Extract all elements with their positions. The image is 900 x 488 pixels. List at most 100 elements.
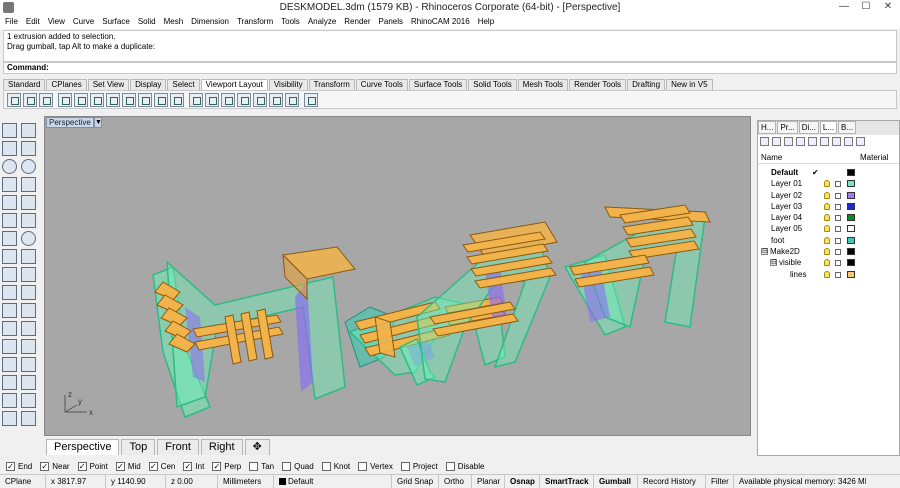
tree-collapse-icon[interactable]: ⊟ <box>761 248 768 256</box>
join-icon[interactable] <box>2 303 17 318</box>
status-grid-snap[interactable]: Grid Snap <box>392 475 439 488</box>
delete-layer-icon[interactable] <box>784 137 793 146</box>
tree-collapse-icon[interactable]: ⊟ <box>770 259 777 267</box>
layer-row[interactable]: lines <box>758 269 899 280</box>
menu-view[interactable]: View <box>44 15 69 29</box>
layer-row[interactable]: Layer 02 <box>758 190 899 201</box>
surface-corners-icon[interactable] <box>2 213 17 228</box>
rotate-icon[interactable] <box>2 321 17 336</box>
layer-lock-icon[interactable] <box>835 181 841 188</box>
boolean-difference-icon[interactable] <box>21 267 36 282</box>
detail-view-icon[interactable] <box>205 92 219 107</box>
layer-row[interactable]: foot <box>758 235 899 246</box>
layer-color-swatch[interactable] <box>847 236 855 244</box>
osnap-checkbox[interactable]: ✓ <box>6 461 15 471</box>
mirror-icon[interactable] <box>21 339 36 354</box>
status-layer[interactable]: Default <box>274 475 392 488</box>
page-setup-icon[interactable] <box>269 92 283 107</box>
four-viewports-icon[interactable] <box>23 92 37 107</box>
layer-visible-lightbulb-icon[interactable] <box>824 259 830 267</box>
status-smarttrack[interactable]: SmartTrack <box>540 475 594 488</box>
arc-icon[interactable] <box>2 177 17 192</box>
tab-mesh-tools[interactable]: Mesh Tools <box>517 79 569 90</box>
layer-color-swatch[interactable] <box>847 180 855 188</box>
osnap-checkbox[interactable]: ✓ <box>212 461 222 471</box>
align-icon[interactable] <box>21 357 36 372</box>
menu-solid[interactable]: Solid <box>134 15 160 29</box>
tab-set-view[interactable]: Set View <box>87 79 130 90</box>
command-prompt[interactable]: Command: <box>3 62 897 74</box>
layer-row[interactable]: Layer 03 <box>758 201 899 212</box>
tab-visibility[interactable]: Visibility <box>268 79 308 90</box>
menu-surface[interactable]: Surface <box>98 15 134 29</box>
more-tools-icon[interactable] <box>21 411 36 426</box>
fillet-curves-icon[interactable] <box>21 195 36 210</box>
split-horizontal-icon[interactable] <box>74 92 88 107</box>
panel-tab-properties[interactable]: Pr... <box>777 121 798 134</box>
tab-surface-tools[interactable]: Surface Tools <box>408 79 468 90</box>
layer-row[interactable]: Layer 04 <box>758 212 899 223</box>
layer-visible-lightbulb-icon[interactable] <box>824 191 830 199</box>
array-icon[interactable] <box>2 357 17 372</box>
layer-visible-lightbulb-icon[interactable] <box>824 236 830 244</box>
status-osnap[interactable]: Osnap <box>505 475 540 488</box>
osnap-int[interactable]: ✓ Int <box>183 461 204 471</box>
layer-lock-icon[interactable] <box>835 249 841 256</box>
scale-icon[interactable] <box>2 339 17 354</box>
three-viewports-icon[interactable] <box>39 92 53 107</box>
polygon-icon[interactable] <box>2 195 17 210</box>
restore-layout-icon[interactable] <box>154 92 168 107</box>
layer-lock-icon[interactable] <box>835 215 841 222</box>
polyline-icon[interactable] <box>2 141 17 156</box>
single-viewport-icon[interactable] <box>7 92 21 107</box>
extrude-curve-icon[interactable] <box>21 213 36 228</box>
layer-color-swatch[interactable] <box>847 225 855 233</box>
osnap-checkbox[interactable] <box>400 461 410 471</box>
menu-mesh[interactable]: Mesh <box>160 15 188 29</box>
tab-perspective[interactable]: Perspective <box>46 439 120 455</box>
trim-icon[interactable] <box>2 285 17 300</box>
osnap-checkbox[interactable]: ✓ <box>148 461 158 471</box>
boolean-union-icon[interactable] <box>2 267 17 282</box>
tab-transform[interactable]: Transform <box>308 79 355 90</box>
menu-rhinocam[interactable]: RhinoCAM 2016 <box>407 15 474 29</box>
mesh-tools-icon[interactable] <box>21 393 36 408</box>
layer-lock-icon[interactable] <box>835 237 841 244</box>
osnap-near[interactable]: ✓ Near <box>40 461 70 471</box>
circle-icon[interactable] <box>2 159 17 174</box>
layer-lock-icon[interactable] <box>835 260 841 267</box>
menu-help[interactable]: Help <box>474 15 498 29</box>
layer-color-swatch[interactable] <box>847 191 855 199</box>
tab-top[interactable]: Top <box>121 439 156 455</box>
mesh-plane-icon[interactable] <box>21 249 36 264</box>
grid-array-icon[interactable] <box>2 393 17 408</box>
annotation-scale-icon[interactable] <box>285 92 299 107</box>
panel-tab-layers[interactable]: L... <box>819 121 838 134</box>
layer-visible-lightbulb-icon[interactable] <box>824 225 830 233</box>
add-viewport-tab-icon[interactable]: ✥ <box>244 439 270 455</box>
layer-color-swatch[interactable] <box>847 259 855 267</box>
tab-curve-tools[interactable]: Curve Tools <box>355 79 408 90</box>
explode-icon[interactable] <box>21 303 36 318</box>
layer-lock-icon[interactable] <box>835 271 841 278</box>
ellipse-icon[interactable] <box>21 159 36 174</box>
layer-color-swatch[interactable] <box>847 169 855 176</box>
menu-render[interactable]: Render <box>340 15 374 29</box>
rectangle-icon[interactable] <box>21 177 36 192</box>
help-icon[interactable] <box>856 137 865 146</box>
status-units[interactable]: Millimeters <box>218 475 274 488</box>
analyze-icon[interactable] <box>2 411 17 426</box>
tools-menu-icon[interactable] <box>844 137 853 146</box>
osnap-checkbox[interactable] <box>249 461 259 471</box>
menu-analyze[interactable]: Analyze <box>304 15 340 29</box>
layer-color-swatch[interactable] <box>847 214 855 222</box>
named-views-icon[interactable] <box>138 92 152 107</box>
status-cplane[interactable]: CPlane <box>0 475 46 488</box>
osnap-checkbox[interactable] <box>321 461 331 471</box>
sphere-icon[interactable] <box>21 231 36 246</box>
tab-drafting[interactable]: Drafting <box>627 79 666 90</box>
panel-tab-blocks[interactable]: B... <box>838 121 857 134</box>
layout-list-icon[interactable] <box>221 92 235 107</box>
osnap-checkbox[interactable]: ✓ <box>40 461 50 471</box>
point-icon[interactable] <box>21 123 36 138</box>
